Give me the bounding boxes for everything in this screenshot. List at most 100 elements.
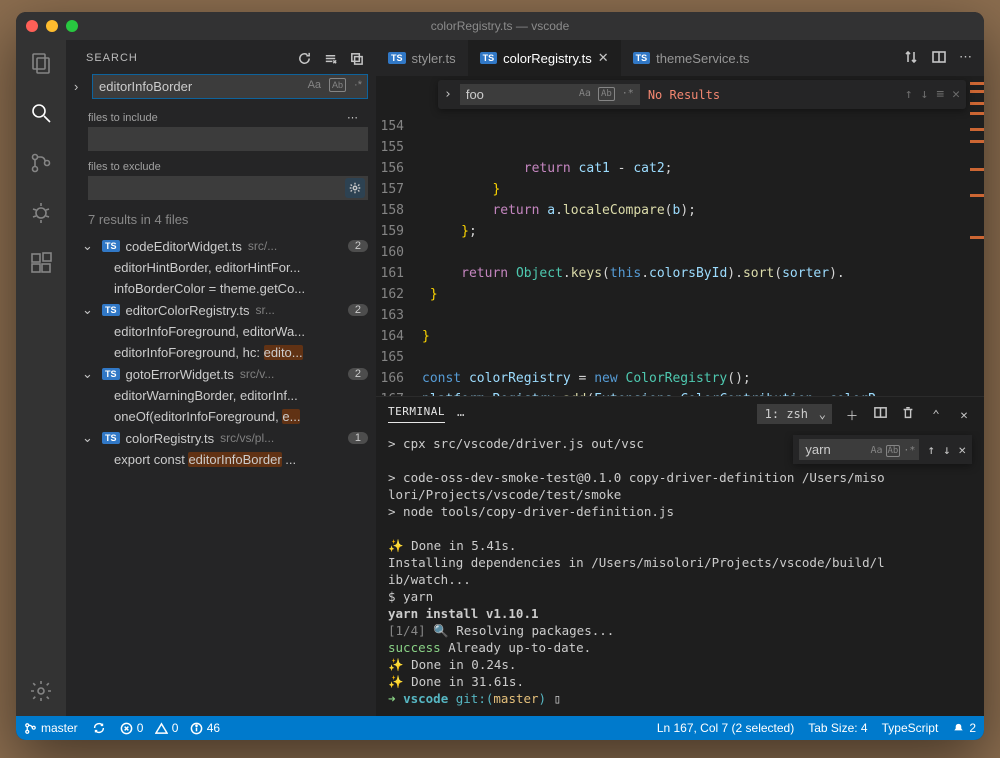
search-result-file[interactable]: ⌄TScolorRegistry.ts src/vs/pl...1 <box>66 427 376 449</box>
chevron-down-icon[interactable]: ⌄ <box>82 302 96 318</box>
collapse-all-icon[interactable] <box>348 50 364 66</box>
titlebar: colorRegistry.ts — vscode <box>16 12 984 40</box>
find-status: No Results <box>648 88 720 102</box>
use-exclude-settings-icon[interactable] <box>345 178 365 198</box>
terminal-line: [1/4] 🔍 Resolving packages... <box>388 622 972 639</box>
search-result-match[interactable]: editorHintBorder, editorHintFor... <box>66 257 376 278</box>
terminal-body[interactable]: Aa Ab ·* ↑ ↓ ✕ > cpx src/vscode/driver.j… <box>376 431 984 716</box>
search-result-match[interactable]: editorInfoForeground, hc: edito... <box>66 342 376 363</box>
terminal-line: ✨ Done in 31.61s. <box>388 673 972 690</box>
terminal-line: ib/watch... <box>388 571 972 588</box>
more-actions-icon[interactable]: ⋯ <box>959 49 972 68</box>
language-status[interactable]: TypeScript <box>882 721 939 735</box>
search-sidebar: SEARCH › Aa Ab ·* files to include⋯ fi <box>66 40 376 716</box>
maximize-panel-icon[interactable]: ⌃ <box>928 407 944 422</box>
terminal-more-icon[interactable]: ⋯ <box>457 407 465 422</box>
ts-file-icon: TS <box>480 52 498 64</box>
editor-tabs: TSstyler.ts TS colorRegistry.ts ✕ TS themeSer… <box>376 40 984 76</box>
editor-tab[interactable]: TS themeService.ts <box>621 40 762 76</box>
terminal-line: success Already up-to-date. <box>388 639 972 656</box>
tab-label: themeService.ts <box>656 51 749 66</box>
ts-file-icon: TS <box>102 240 120 252</box>
search-result-match[interactable]: editorWarningBorder, editorInf... <box>66 385 376 406</box>
search-result-match[interactable]: oneOf(editorInfoForeground, e... <box>66 406 376 427</box>
close-tab-icon[interactable]: ✕ <box>598 50 609 66</box>
find-match-case-icon[interactable]: Aa <box>577 87 593 100</box>
search-result-match[interactable]: export const editorInfoBorder ... <box>66 449 376 470</box>
match-count-badge: 2 <box>348 304 368 316</box>
close-panel-icon[interactable]: ✕ <box>956 407 972 422</box>
compare-icon[interactable] <box>903 49 919 68</box>
term-find-prev-icon[interactable]: ↑ <box>927 441 935 458</box>
find-toggle-replace-icon[interactable]: › <box>444 87 452 102</box>
clear-results-icon[interactable] <box>322 50 338 66</box>
files-exclude-input[interactable] <box>88 176 368 200</box>
find-prev-icon[interactable]: ↑ <box>905 87 913 102</box>
find-regex-icon[interactable]: ·* <box>620 87 636 100</box>
minimap[interactable] <box>968 76 984 396</box>
match-word-icon[interactable]: Ab <box>327 78 348 92</box>
match-count-badge: 2 <box>348 240 368 252</box>
line-number: 163 <box>376 305 422 326</box>
regex-icon[interactable]: ·* <box>352 78 364 92</box>
find-next-icon[interactable]: ↓ <box>921 87 929 102</box>
extensions-icon[interactable] <box>28 250 54 276</box>
tab-label: styler.ts <box>412 51 456 66</box>
line-number: 156 <box>376 158 422 179</box>
search-result-file[interactable]: ⌄TSgotoErrorWidget.ts src/v...2 <box>66 363 376 385</box>
term-match-case-icon[interactable]: Aa <box>870 442 882 460</box>
problems-status[interactable]: 0 0 46 <box>120 721 220 735</box>
new-terminal-icon[interactable]: ＋ <box>844 405 860 424</box>
ts-file-icon: TS <box>633 52 651 64</box>
toggle-replace-icon[interactable]: › <box>74 79 88 94</box>
editor-tab[interactable]: TSstyler.ts <box>376 40 468 76</box>
sync-status[interactable] <box>92 721 106 735</box>
explorer-icon[interactable] <box>28 50 54 76</box>
notifications-status[interactable]: 2 <box>952 721 976 735</box>
git-branch-status[interactable]: master <box>24 721 78 735</box>
find-close-icon[interactable]: ✕ <box>952 87 960 102</box>
chevron-down-icon[interactable]: ⌄ <box>82 366 96 382</box>
chevron-down-icon[interactable]: ⌄ <box>82 238 96 254</box>
settings-gear-icon[interactable] <box>28 678 54 704</box>
term-regex-icon[interactable]: ·* <box>903 442 915 460</box>
editor-tab[interactable]: TS colorRegistry.ts ✕ <box>468 40 621 76</box>
search-result-file[interactable]: ⌄TSeditorColorRegistry.ts sr...2 <box>66 299 376 321</box>
split-editor-icon[interactable] <box>931 49 947 68</box>
match-case-icon[interactable]: Aa <box>306 78 323 92</box>
split-terminal-icon[interactable] <box>872 405 888 423</box>
terminal-selector[interactable]: 1: zsh⌄ <box>757 404 832 424</box>
terminal-find-widget: Aa Ab ·* ↑ ↓ ✕ <box>793 435 972 464</box>
ts-file-icon: TS <box>102 368 120 380</box>
search-result-match[interactable]: infoBorderColor = theme.getCo... <box>66 278 376 299</box>
debug-icon[interactable] <box>28 200 54 226</box>
search-result-file[interactable]: ⌄TScodeEditorWidget.ts src/...2 <box>66 235 376 257</box>
kill-terminal-icon[interactable] <box>900 406 916 423</box>
line-number: 161 <box>376 263 422 284</box>
cursor-position-status[interactable]: Ln 167, Col 7 (2 selected) <box>657 721 794 735</box>
find-match-word-icon[interactable]: Ab <box>596 87 617 100</box>
search-more-icon[interactable]: ⋯ <box>347 111 358 124</box>
line-number: 166 <box>376 368 422 389</box>
chevron-down-icon[interactable]: ⌄ <box>82 430 96 446</box>
term-match-word-icon[interactable]: Ab <box>886 442 901 460</box>
editor-find-widget: › Aa Ab ·* No Results ↑ ↓ ≡ <box>438 80 966 109</box>
tab-label: colorRegistry.ts <box>503 51 592 66</box>
line-number: 164 <box>376 326 422 347</box>
tab-size-status[interactable]: Tab Size: 4 <box>808 721 867 735</box>
search-result-match[interactable]: editorInfoForeground, editorWa... <box>66 321 376 342</box>
files-include-input[interactable] <box>88 127 368 151</box>
activity-bar <box>16 40 66 716</box>
terminal-tab-label[interactable]: TERMINAL <box>388 405 445 423</box>
ts-file-icon: TS <box>102 304 120 316</box>
find-selection-icon[interactable]: ≡ <box>936 87 944 102</box>
refresh-icon[interactable] <box>296 50 312 66</box>
source-control-icon[interactable] <box>28 150 54 176</box>
term-find-next-icon[interactable]: ↓ <box>943 441 951 458</box>
search-icon[interactable] <box>28 100 54 126</box>
term-find-close-icon[interactable]: ✕ <box>958 441 966 458</box>
line-number: 159 <box>376 221 422 242</box>
file-path: src/v... <box>240 367 342 381</box>
code-editor[interactable]: 154155156 return cat1 - cat2;157 }158 re… <box>376 76 984 396</box>
match-count-badge: 1 <box>348 432 368 444</box>
